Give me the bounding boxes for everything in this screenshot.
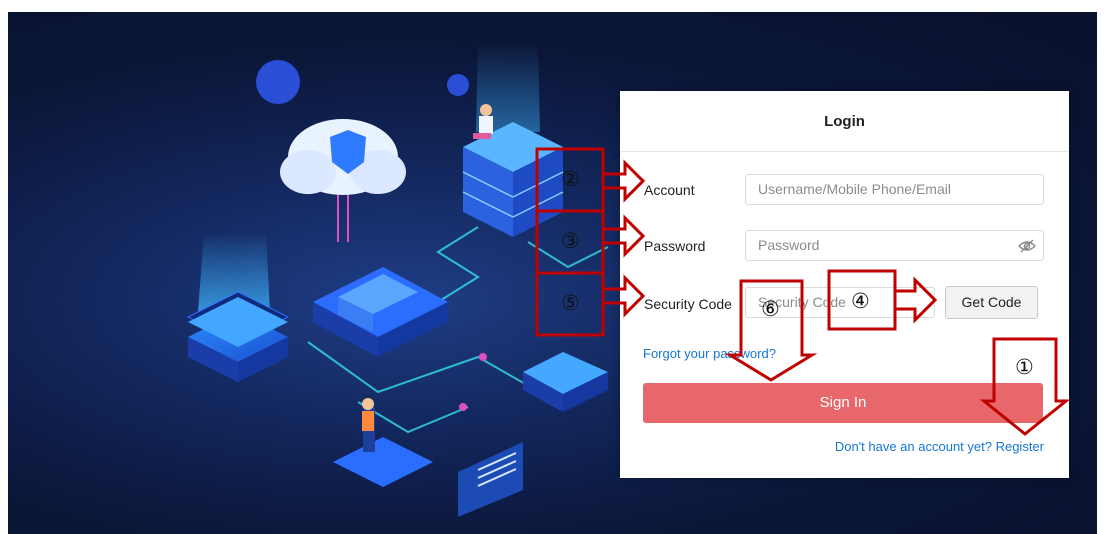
callout-arrow-6 bbox=[724, 279, 818, 382]
marker-5: ⑤ bbox=[561, 291, 580, 315]
arrow-security-code bbox=[603, 274, 646, 318]
marker-1: ① bbox=[1015, 355, 1034, 379]
marker-3: ③ bbox=[561, 229, 580, 253]
marker-4: ④ bbox=[851, 289, 870, 313]
arrow-get-code bbox=[895, 276, 938, 324]
marker-2: ② bbox=[561, 167, 580, 191]
callout-arrow-1 bbox=[979, 337, 1071, 436]
arrow-account bbox=[603, 159, 646, 203]
marker-6: ⑥ bbox=[761, 297, 780, 321]
arrow-password bbox=[603, 214, 646, 258]
annotation-overlay bbox=[535, 147, 1071, 436]
